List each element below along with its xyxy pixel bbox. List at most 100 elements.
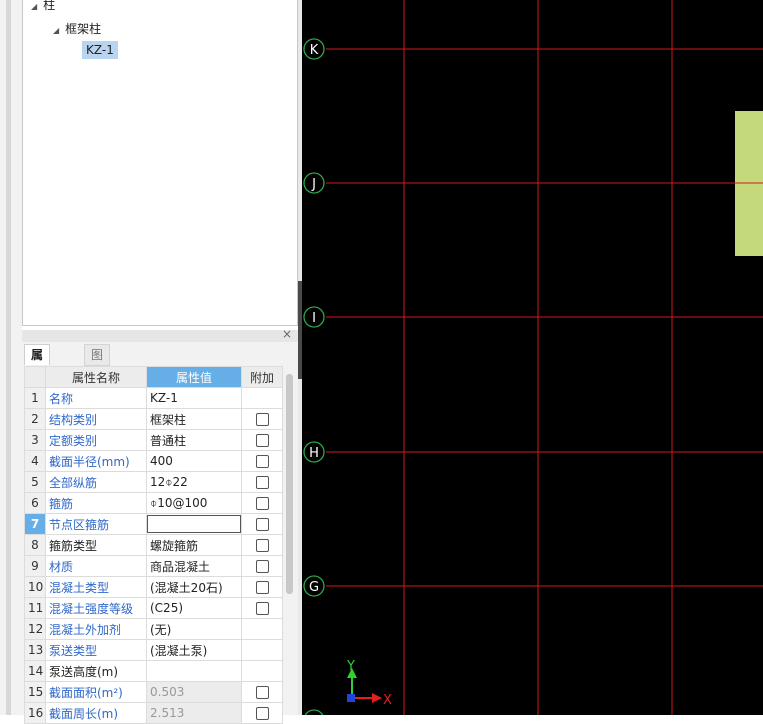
add-checkbox[interactable] (255, 497, 269, 510)
cad-drawing[interactable]: K J I H G Y X (302, 0, 763, 715)
axis-label-j: J (311, 177, 316, 192)
additional-cell (241, 597, 283, 619)
tree-node-group-label: 框架柱 (65, 22, 102, 36)
tab-property-list[interactable]: 属性列表 (24, 344, 51, 422)
add-checkbox[interactable] (255, 686, 269, 699)
col-header-value[interactable]: 属性值 (146, 366, 242, 388)
additional-cell (241, 408, 283, 430)
add-checkbox[interactable] (255, 581, 269, 594)
col-header-name[interactable]: 属性名称 (45, 366, 147, 388)
col-header-num (24, 366, 46, 388)
axis-label-i: I (312, 311, 316, 326)
grid-header-row: 属性名称 属性值 附加 (24, 366, 283, 388)
property-name: 结构类别 (45, 408, 147, 430)
property-value[interactable]: 螺旋箍筋 (146, 534, 242, 556)
property-name: 箍筋类型 (45, 534, 147, 556)
table-row[interactable]: 7 节点区箍筋 (24, 513, 283, 535)
ucs-y-label: Y (346, 659, 355, 674)
additional-cell (241, 387, 283, 409)
property-name: 材质 (45, 555, 147, 577)
property-name: 全部纵筋 (45, 471, 147, 493)
add-checkbox[interactable] (255, 434, 269, 447)
table-row[interactable]: 10 混凝土类型 (混凝土20石) (24, 576, 283, 598)
row-number: 13 (24, 639, 46, 661)
row-number: 12 (24, 618, 46, 640)
property-value[interactable]: 框架柱 (146, 408, 242, 430)
property-name: 混凝土外加剂 (45, 618, 147, 640)
grid-scrollbar[interactable] (284, 366, 296, 715)
col-header-add[interactable]: 附加 (241, 366, 283, 388)
left-dock-strip (0, 0, 22, 715)
property-name: 节点区箍筋 (45, 513, 147, 535)
axis-label-h: H (309, 446, 319, 461)
add-checkbox[interactable] (255, 539, 269, 552)
property-value[interactable]: (混凝土泵) (146, 639, 242, 661)
property-value[interactable]: KZ-1 (146, 387, 242, 409)
add-checkbox[interactable] (255, 707, 269, 720)
add-checkbox[interactable] (255, 476, 269, 489)
property-value[interactable]: 普通柱 (146, 429, 242, 451)
add-checkbox[interactable] (255, 413, 269, 426)
property-value[interactable]: 0.503 (146, 681, 242, 703)
property-value[interactable]: ⌽10@100 (146, 492, 242, 514)
dock-splitter[interactable] (6, 0, 11, 715)
add-checkbox[interactable] (255, 518, 269, 531)
table-row[interactable]: 9 材质 商品混凝土 (24, 555, 283, 577)
property-name: 泵送类型 (45, 639, 147, 661)
axis-label-k: K (310, 43, 319, 58)
additional-cell (241, 639, 283, 661)
drawing-canvas[interactable]: K J I H G Y X (302, 0, 763, 715)
table-row[interactable]: 5 全部纵筋 12⌽22 (24, 471, 283, 493)
expand-triangle-icon[interactable]: ◢ (31, 2, 37, 11)
table-row[interactable]: 3 定额类别 普通柱 (24, 429, 283, 451)
close-icon[interactable]: × (282, 327, 292, 341)
tree-node-root[interactable]: ◢ 柱 (31, 0, 55, 13)
table-row[interactable]: 15 截面面积(m²) 0.503 (24, 681, 283, 703)
additional-cell (241, 555, 283, 577)
tab-layer-management[interactable]: 图层管理 (84, 344, 111, 422)
row-number: 11 (24, 597, 46, 619)
additional-cell (241, 702, 283, 724)
value-editor[interactable] (147, 515, 241, 533)
add-checkbox[interactable] (255, 560, 269, 573)
additional-cell (241, 681, 283, 703)
tree-item-label: KZ-1 (86, 43, 114, 57)
property-value[interactable] (146, 513, 242, 535)
expand-triangle-icon[interactable]: ◢ (53, 26, 59, 35)
property-value[interactable]: (无) (146, 618, 242, 640)
table-row[interactable]: 4 截面半径(mm) 400 (24, 450, 283, 472)
axis-bubble[interactable] (304, 709, 324, 715)
row-number: 2 (24, 408, 46, 430)
property-name: 截面面积(m²) (45, 681, 147, 703)
table-row[interactable]: 13 泵送类型 (混凝土泵) (24, 639, 283, 661)
table-row[interactable]: 2 结构类别 框架柱 (24, 408, 283, 430)
property-name: 定额类别 (45, 429, 147, 451)
ucs-x-arrow (372, 693, 382, 703)
row-number: 1 (24, 387, 46, 409)
property-value[interactable]: (C25) (146, 597, 242, 619)
property-value[interactable] (146, 660, 242, 682)
table-row[interactable]: 11 混凝土强度等级 (C25) (24, 597, 283, 619)
property-value[interactable]: (混凝土20石) (146, 576, 242, 598)
tree-node-group[interactable]: ◢ 框架柱 (53, 20, 101, 37)
table-row[interactable]: 6 箍筋 ⌽10@100 (24, 492, 283, 514)
table-row[interactable]: 8 箍筋类型 螺旋箍筋 (24, 534, 283, 556)
tree-item-selected[interactable]: KZ-1 (82, 41, 118, 59)
axis-label-g: G (309, 580, 319, 595)
add-checkbox[interactable] (255, 455, 269, 468)
table-row[interactable]: 16 截面周长(m) 2.513 (24, 702, 283, 724)
property-value[interactable]: 400 (146, 450, 242, 472)
property-name: 截面半径(mm) (45, 450, 147, 472)
table-row[interactable]: 14 泵送高度(m) (24, 660, 283, 682)
property-value[interactable]: 商品混凝土 (146, 555, 242, 577)
row-number: 6 (24, 492, 46, 514)
add-checkbox[interactable] (255, 602, 269, 615)
property-value[interactable]: 12⌽22 (146, 471, 242, 493)
table-row[interactable]: 1 名称 KZ-1 (24, 387, 283, 409)
additional-cell (241, 534, 283, 556)
row-number: 9 (24, 555, 46, 577)
tree-node-root-label: 柱 (43, 0, 56, 12)
property-value[interactable]: 2.513 (146, 702, 242, 724)
table-row[interactable]: 12 混凝土外加剂 (无) (24, 618, 283, 640)
scrollbar-thumb[interactable] (286, 374, 293, 594)
